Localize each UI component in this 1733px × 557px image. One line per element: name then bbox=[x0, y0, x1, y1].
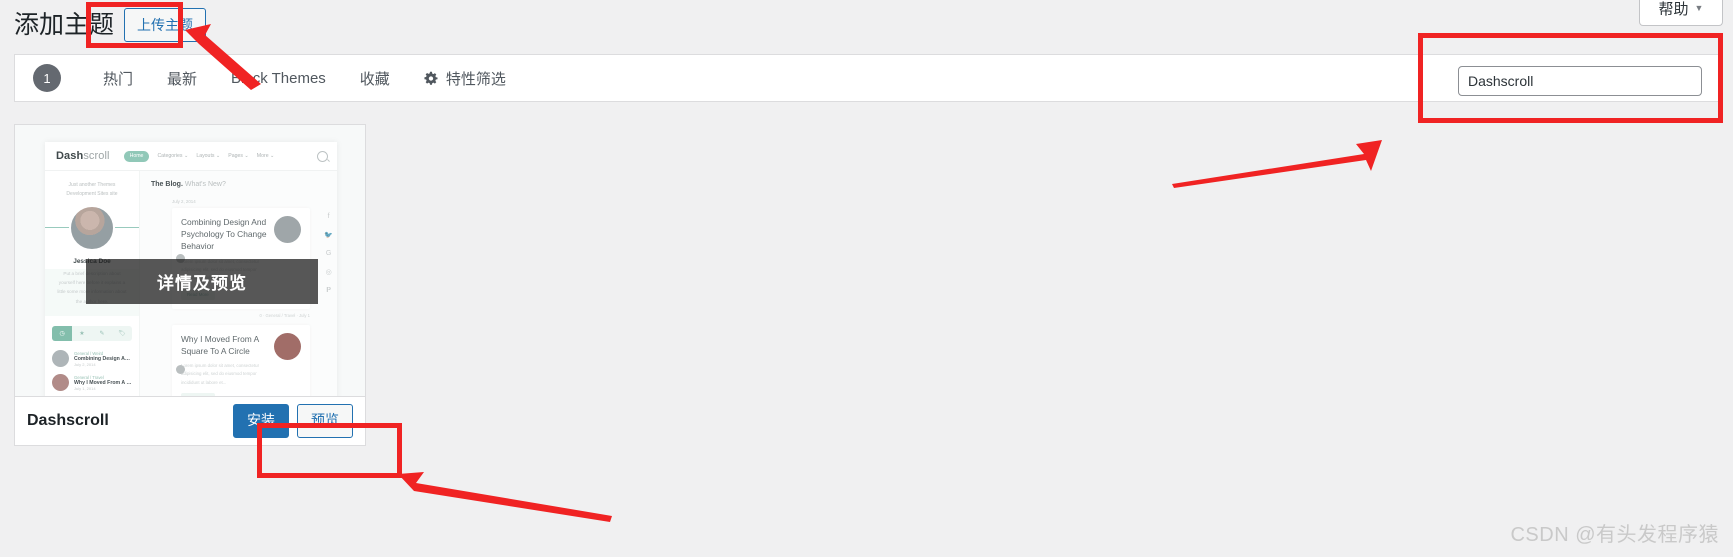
theme-details-preview-overlay[interactable]: 详情及预览 bbox=[86, 259, 318, 304]
preview-nav-more: More ⌄ bbox=[256, 153, 275, 159]
filter-link-popular[interactable]: 热门 bbox=[103, 68, 133, 89]
preview-recent-posts: General / Weird Combining Design And .. … bbox=[45, 347, 139, 396]
preview-nav-home: Home bbox=[123, 150, 150, 162]
preview-site-header: Dashscroll Home Categories ⌄ Layouts ⌄ P… bbox=[45, 142, 337, 171]
help-tab-label: 帮助 bbox=[1658, 1, 1689, 18]
instagram-icon: ◎ bbox=[325, 269, 332, 276]
clock-icon: ◷ bbox=[52, 325, 72, 341]
post-title: Why I Moved From A Sq.. bbox=[74, 379, 132, 386]
preview-site-logo: Dashscroll bbox=[56, 150, 110, 162]
filter-link-feature-filter[interactable]: 特性筛选 bbox=[424, 68, 506, 89]
watermark: CSDN @有头发程序猿 bbox=[1510, 524, 1719, 546]
search-wrap bbox=[1458, 66, 1702, 96]
filter-link-latest[interactable]: 最新 bbox=[167, 68, 197, 89]
search-themes-input[interactable] bbox=[1458, 66, 1702, 96]
preview-nav-categories: Categories ⌄ bbox=[157, 153, 189, 159]
preview-post-image bbox=[274, 216, 301, 243]
post-thumb bbox=[52, 374, 69, 392]
arrow-to-search-field bbox=[1172, 140, 1382, 188]
preview-tagline-1: Just another Themes bbox=[68, 182, 116, 188]
preview-search-icon bbox=[317, 150, 328, 162]
preview-author-avatar bbox=[69, 205, 115, 251]
post-date: July 1, 2014 bbox=[74, 385, 96, 391]
preview-post-excerpt: Lorem ipsum dolor sit amet, consectetur … bbox=[181, 363, 260, 385]
list-item: General / Weird Leaner Responsive Imag..… bbox=[45, 395, 139, 396]
preview-post-title: Combining Design And Psychology To Chang… bbox=[181, 217, 267, 252]
pencil-icon: ✎ bbox=[99, 330, 105, 337]
twitter-icon: 🐦 bbox=[324, 232, 333, 239]
theme-name: Dashscroll bbox=[27, 412, 109, 429]
preview-post: Why I Moved From A Square To A Circle Lo… bbox=[172, 324, 310, 396]
preview-button[interactable]: 预览 bbox=[297, 404, 353, 438]
list-item: General / Travel Why I Moved From A Sq..… bbox=[45, 371, 139, 395]
list-item: General / Weird Combining Design And .. … bbox=[45, 347, 139, 371]
arrow-to-install-buttons bbox=[398, 472, 612, 522]
star-icon: ★ bbox=[79, 330, 85, 337]
preview-post-title: Why I Moved From A Square To A Circle bbox=[181, 333, 259, 356]
page-header: 添加主题 上传主题 bbox=[14, 8, 207, 43]
upload-theme-button[interactable]: 上传主题 bbox=[124, 8, 207, 43]
preview-post-image bbox=[274, 332, 301, 360]
preview-read-more: Read More bbox=[181, 393, 215, 396]
chevron-down-icon: ▼ bbox=[1694, 3, 1704, 13]
preview-tagline-2: Development Sites site bbox=[66, 191, 118, 197]
filter-link-feature-filter-label: 特性筛选 bbox=[445, 70, 506, 88]
theme-card-actions: 安装 预览 bbox=[233, 404, 353, 438]
preview-site-nav: Home Categories ⌄ Layouts ⌄ Pages ⌄ More… bbox=[123, 150, 275, 162]
theme-screenshot[interactable]: Dashscroll Home Categories ⌄ Layouts ⌄ P… bbox=[15, 125, 365, 397]
post-title: Combining Design And .. bbox=[74, 355, 132, 362]
gear-icon bbox=[424, 71, 439, 86]
tag-icon: 🏷 bbox=[118, 330, 126, 337]
filter-link-block-themes[interactable]: Block Themes bbox=[231, 70, 326, 87]
theme-filter-bar: 1 热门 最新 Block Themes 收藏 特性筛选 bbox=[14, 54, 1719, 102]
filter-link-favorites[interactable]: 收藏 bbox=[360, 68, 390, 89]
help-tab[interactable]: 帮助 ▼ bbox=[1639, 0, 1723, 26]
page-title: 添加主题 bbox=[14, 10, 115, 39]
filter-links: 热门 最新 Block Themes 收藏 特性筛选 bbox=[103, 68, 506, 89]
preview-nav-pages: Pages ⌄ bbox=[228, 153, 249, 159]
preview-post-date: July 2, 2014 bbox=[172, 199, 196, 204]
preview-nav-layouts: Layouts ⌄ bbox=[196, 153, 221, 159]
theme-card: Dashscroll Home Categories ⌄ Layouts ⌄ P… bbox=[14, 124, 366, 446]
facebook-icon: f bbox=[327, 213, 330, 220]
preview-social-rail: f 🐦 G ◎ 𝐏 bbox=[324, 213, 333, 295]
theme-count-badge: 1 bbox=[33, 64, 61, 92]
preview-widget-icons: ◷ ★ ✎ 🏷 bbox=[52, 325, 132, 341]
preview-blog-heading: The Blog. What's New? bbox=[151, 181, 226, 188]
pinterest-icon: 𝐏 bbox=[326, 287, 332, 294]
theme-card-footer: Dashscroll 安装 预览 bbox=[15, 397, 365, 445]
post-date: July 2, 2014 bbox=[74, 361, 96, 367]
install-button[interactable]: 安装 bbox=[233, 404, 289, 438]
preview-post-meta: 0 · General / Travel · July 1 bbox=[259, 312, 310, 318]
post-thumb bbox=[52, 350, 69, 368]
google-plus-icon: G bbox=[325, 250, 332, 257]
